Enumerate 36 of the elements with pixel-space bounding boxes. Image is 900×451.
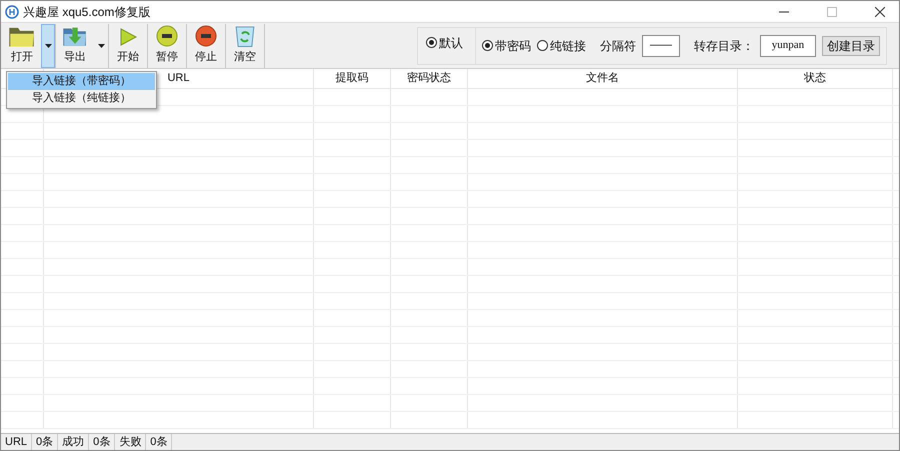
radio-button[interactable]: 默认 [426, 34, 463, 52]
radio-button[interactable]: 带密码 [482, 36, 531, 54]
app-logo-icon [5, 4, 19, 18]
column-header[interactable]: 提取码 [314, 69, 391, 88]
menu-item[interactable]: 导入链接（纯链接） [8, 90, 155, 107]
close-icon[interactable] [875, 6, 885, 16]
toolbar-button[interactable]: 导出 [56, 24, 94, 68]
separator-label: 分隔符 [600, 38, 636, 54]
toolbar-button[interactable]: 停止 [187, 24, 225, 68]
play-icon [118, 27, 138, 47]
column-header[interactable]: 文件名 [468, 69, 738, 88]
toolbar-button[interactable]: 打开 [3, 24, 41, 68]
status-text: 成功 [58, 434, 90, 450]
recycle-bin-icon [234, 24, 256, 47]
create-folder-button[interactable]: 创建目录 [822, 36, 880, 56]
toolbar-button[interactable]: 开始 [109, 24, 147, 68]
caret-icon [44, 44, 52, 48]
status-text: 失败 [115, 434, 146, 450]
folder-label: 转存目录： [694, 38, 754, 54]
column-header[interactable]: 状态 [738, 69, 893, 88]
radio-button[interactable]: 纯链接 [537, 36, 586, 54]
folder-field[interactable]: yunpan [760, 34, 816, 56]
separator-field[interactable]: —— [642, 34, 680, 56]
column-header[interactable]: 密码状态 [391, 69, 468, 88]
status-text: 0条 [146, 434, 172, 450]
status-text: 0条 [89, 434, 116, 450]
status-text: URL [1, 434, 32, 450]
caret-icon [98, 44, 104, 48]
stop-icon [195, 25, 217, 47]
toolbar-button[interactable]: 暂停 [148, 24, 186, 68]
pause-icon [156, 25, 178, 47]
dropdown-button[interactable] [41, 24, 55, 68]
window-title: 兴趣屋 xqu5.com修复版 [23, 4, 150, 20]
toolbar-button[interactable]: 清空 [226, 24, 264, 68]
menu-item[interactable]: 导入链接（带密码） [8, 73, 155, 90]
status-text: 0条 [32, 434, 58, 450]
